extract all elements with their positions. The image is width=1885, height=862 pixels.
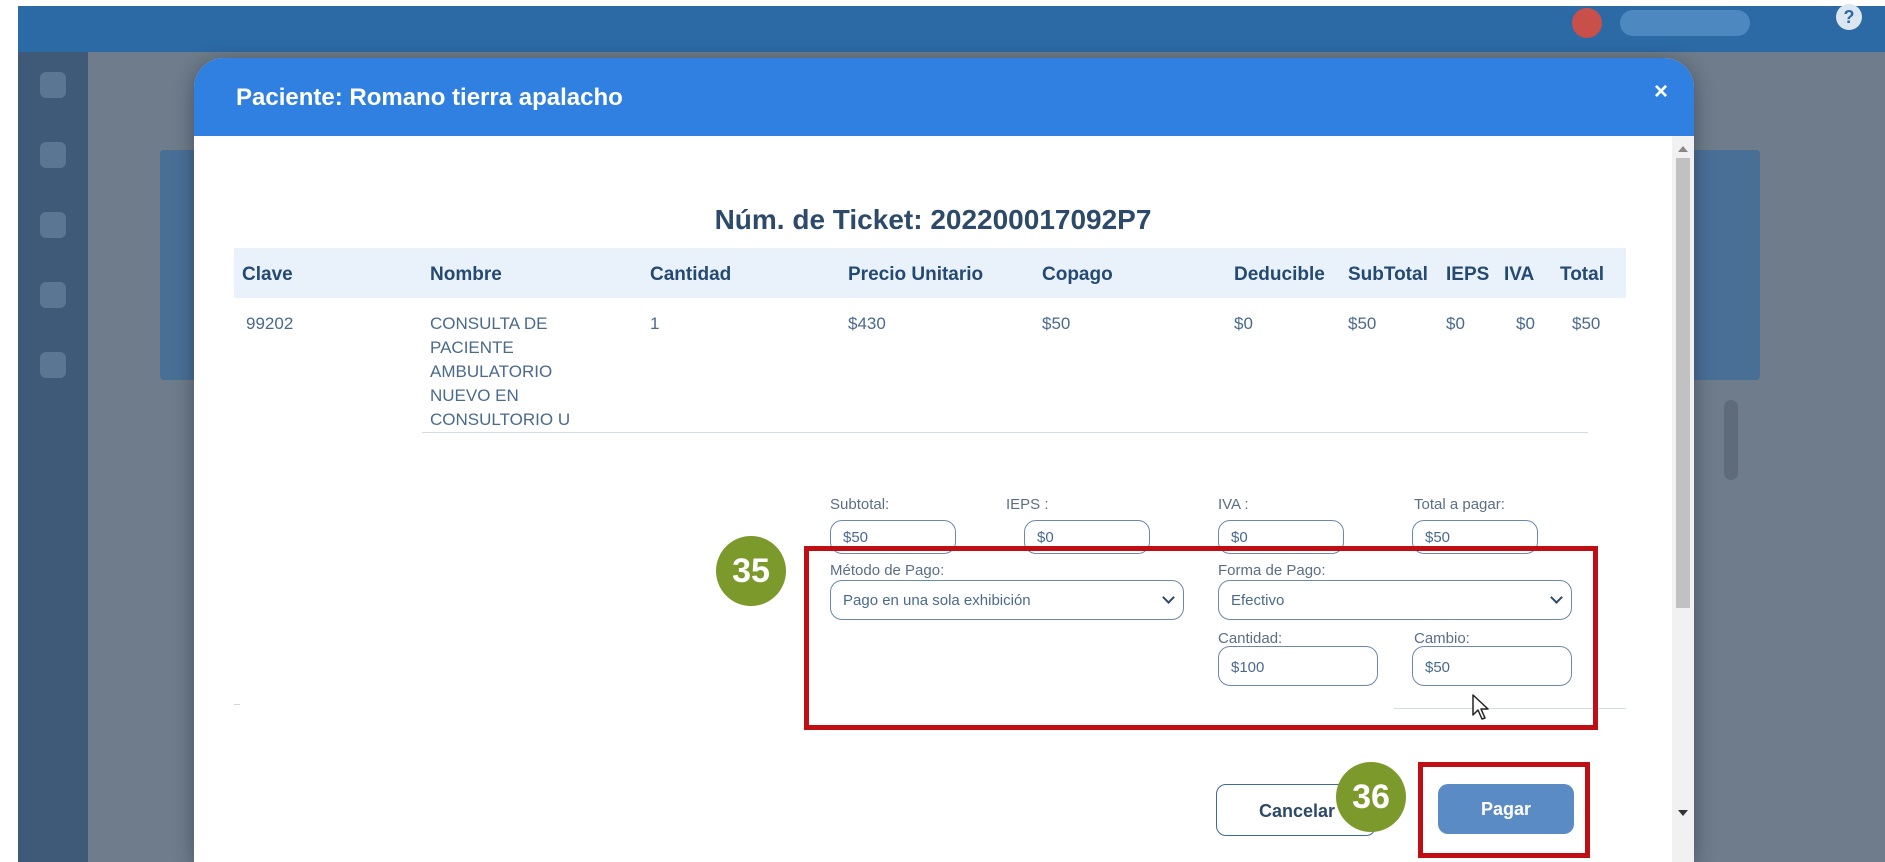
help-icon: ? <box>1836 4 1862 30</box>
iva-label: IVA : <box>1218 496 1249 513</box>
modal-title: Paciente: Romano tierra apalacho <box>236 84 623 111</box>
subtotal-label: Subtotal: <box>830 496 890 513</box>
close-icon[interactable]: × <box>1654 78 1668 106</box>
left-edge <box>0 0 18 862</box>
cell-total: $50 <box>1572 314 1601 333</box>
ieps-label: IEPS : <box>1006 496 1049 513</box>
background-scrollbar <box>1724 400 1738 480</box>
col-header-ieps: IEPS <box>1446 264 1490 285</box>
scrollbar-thumb[interactable] <box>1676 158 1690 608</box>
cell-deducible: $0 <box>1234 314 1253 333</box>
highlight-box-pay-button <box>1418 762 1590 858</box>
cell-nombre: CONSULTA DE PACIENTE AMBULATORIO NUEVO E… <box>430 314 571 429</box>
cell-subtotal: $50 <box>1348 314 1377 333</box>
cell-copago: $50 <box>1042 314 1071 333</box>
col-header-deducible: Deducible <box>1234 264 1325 285</box>
user-menu <box>1620 10 1750 36</box>
total-a-pagar-label: Total a pagar: <box>1414 496 1505 513</box>
table-divider <box>422 432 1588 433</box>
sidebar-icon <box>40 72 66 98</box>
step-badge-35: 35 <box>716 536 786 606</box>
col-header-cantidad: Cantidad <box>650 264 732 285</box>
col-header-subtotal: SubTotal <box>1348 264 1428 285</box>
sidebar-icon <box>40 142 66 168</box>
col-header-total: Total <box>1560 264 1604 285</box>
sidebar-icon <box>40 212 66 238</box>
payment-modal: Paciente: Romano tierra apalacho × Núm. … <box>194 58 1694 862</box>
cell-clave: 99202 <box>246 314 294 333</box>
scroll-up-icon[interactable] <box>1678 146 1688 152</box>
divider <box>234 704 240 705</box>
cell-cantidad: 1 <box>650 314 660 333</box>
scroll-down-icon[interactable] <box>1678 810 1688 816</box>
cell-precio-unitario: $430 <box>848 314 886 333</box>
app-sidebar <box>18 52 88 862</box>
ticket-number-title: Núm. de Ticket: 202200017092P7 <box>714 204 1152 235</box>
col-header-copago: Copago <box>1042 264 1113 285</box>
flag-icon <box>1572 8 1602 38</box>
sidebar-icon <box>40 282 66 308</box>
table-header: Clave Nombre Cantidad Precio Unitario Co… <box>234 248 1626 298</box>
cell-iva: $0 <box>1516 314 1535 333</box>
cell-ieps: $0 <box>1446 314 1465 333</box>
sidebar-icon <box>40 352 66 378</box>
col-header-precio-unitario: Precio Unitario <box>848 264 984 285</box>
col-header-clave: Clave <box>242 264 293 285</box>
mouse-cursor-icon <box>1472 694 1489 720</box>
step-badge-36: 36 <box>1336 762 1406 832</box>
col-header-iva: IVA <box>1504 264 1535 285</box>
col-header-nombre: Nombre <box>430 264 502 285</box>
app-topbar <box>18 6 1885 52</box>
modal-header: Paciente: Romano tierra apalacho × <box>194 58 1694 136</box>
